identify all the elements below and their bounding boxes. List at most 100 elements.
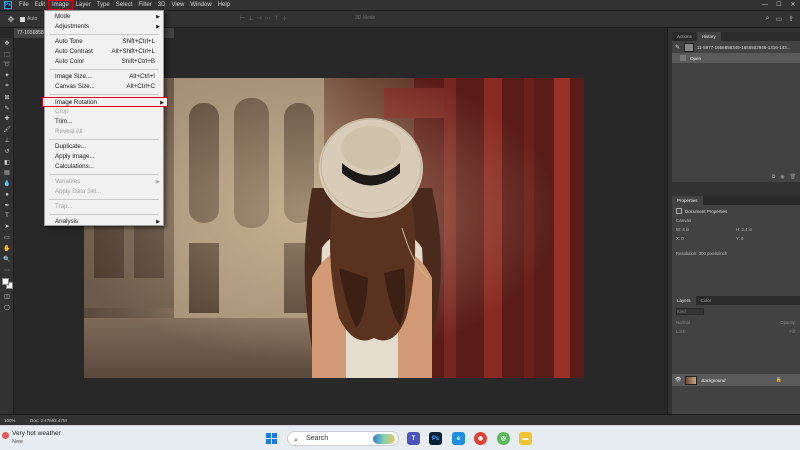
frame-icon[interactable]: ⊠ [0,92,14,103]
stamp-icon[interactable]: ⊥ [0,135,14,146]
blur-icon[interactable]: 💧 [0,178,14,189]
history-brush-source-icon[interactable]: ✎ [675,44,681,51]
blend-mode-select[interactable]: Normal [676,320,690,325]
menu-item-image-size[interactable]: Image Size... Alt+Ctrl+I [45,72,163,82]
dodge-icon[interactable]: ● [0,189,14,200]
eyedropper-icon[interactable]: ✎ [0,103,14,114]
height-field[interactable]: H: 2.4 in [736,225,796,234]
menu-image[interactable]: Image [48,0,73,10]
document-info[interactable]: Doc: 2.47M/2.47M [30,418,67,423]
y-field[interactable]: Y: 0 [736,234,796,243]
history-snapshot[interactable]: ✎ 11-5977-1656858349-1656502946-1316-143… [672,41,800,53]
auto-select-toggle[interactable]: Auto [20,16,37,22]
menu-window[interactable]: Window [187,0,214,10]
layer-name[interactable]: Background [701,378,725,383]
workspace-icon[interactable]: ▭ [776,15,783,23]
menu-filter[interactable]: Filter [135,0,154,10]
menu-item-auto-tone[interactable]: Auto Tone Shift+Ctrl+L [45,37,163,47]
menu-edit[interactable]: Edit [32,0,48,10]
pen-icon[interactable]: ✒ [0,200,14,211]
path-selection-icon[interactable]: ➤ [0,222,14,233]
menu-item-trim[interactable]: Trim... [45,117,163,127]
tab-history[interactable]: History [696,32,721,41]
minimize-icon[interactable]: — [758,0,772,10]
edge-icon[interactable]: e [452,432,465,445]
windows-start-icon[interactable] [266,433,278,445]
hand-icon[interactable]: ✋ [0,243,14,254]
taskbar-search[interactable]: ⌕ Search [287,431,399,446]
menu-3d[interactable]: 3D [155,0,169,10]
menu-item-duplicate[interactable]: Duplicate... [45,142,163,152]
menu-item-calculations[interactable]: Calculations... [45,162,163,172]
photoshop-taskbar-icon[interactable]: Ps [429,432,442,445]
align-top-icon[interactable]: ⊤ [274,15,279,22]
distribute-icon[interactable]: ⋯ [265,15,271,22]
search-icon[interactable]: ⌕ [766,15,770,23]
history-brush-icon[interactable]: ↺ [0,146,14,157]
crop-icon[interactable]: ⌗ [0,81,14,92]
menu-item-analysis[interactable]: Analysis ▶ [45,217,163,227]
align-right-icon[interactable]: ⊣ [256,15,261,22]
tab-layers[interactable]: Layers [672,296,696,305]
app-icon[interactable]: ◎ [497,432,510,445]
eraser-icon[interactable]: ◧ [0,157,14,168]
auto-select-checkbox[interactable] [20,16,25,22]
move-tool-icon[interactable]: ✥ [6,15,16,24]
marquee-icon[interactable]: ⬚ [0,49,14,60]
rectangle-icon[interactable]: ▭ [0,232,14,243]
healing-brush-icon[interactable]: ✚ [0,114,14,125]
menu-help[interactable]: Help [215,0,233,10]
foreground-color-swatch[interactable] [2,277,9,285]
visibility-eye-icon[interactable]: 👁 [675,377,681,383]
color-swatches[interactable] [0,276,14,292]
close-icon[interactable]: ✕ [786,0,800,10]
opacity-label[interactable]: Opacity: [780,320,796,325]
menu-item-auto-color[interactable]: Auto Color Shift+Ctrl+B [45,57,163,67]
teams-icon[interactable]: T [407,432,420,445]
type-icon[interactable]: T [0,211,14,222]
kind-filter-select[interactable]: Kind [676,308,704,315]
menu-item-mode[interactable]: Mode ▶ [45,12,163,22]
menu-item-adjustments[interactable]: Adjustments ▶ [45,22,163,32]
menu-item-image-rotation[interactable]: Image Rotation ▶ [42,97,168,107]
align-middle-icon[interactable]: ⊹ [282,15,287,22]
layer-row-background[interactable]: 👁 Background 🔒 [672,374,800,386]
lock-icon[interactable]: 🔒 [776,377,782,383]
align-left-icon[interactable]: ⊢ [240,15,245,22]
quick-mask-icon[interactable]: ◫ [0,292,14,303]
menu-item-auto-contrast[interactable]: Auto Contrast Alt+Shift+Ctrl+L [45,47,163,57]
menu-type[interactable]: Type [94,0,113,10]
share-icon[interactable]: ⇪ [788,15,794,23]
x-field[interactable]: X: 0 [676,234,736,243]
menu-layer[interactable]: Layer [73,0,94,10]
menu-item-canvas-size[interactable]: Canvas Size... Alt+Ctrl+C [45,82,163,92]
menu-file[interactable]: File [16,0,32,10]
tab-color[interactable]: Color [696,296,717,305]
screen-mode-icon[interactable]: ▢ [0,302,14,313]
menu-item-apply-image[interactable]: Apply Image... [45,152,163,162]
new-document-from-state-icon[interactable]: ⧉ [772,174,776,180]
maximize-icon[interactable]: ☐ [772,0,786,10]
more-tools-icon[interactable]: ⋯ [0,265,14,276]
chrome-icon[interactable]: ◉ [474,432,487,445]
tab-properties[interactable]: Properties [672,196,703,205]
align-center-icon[interactable]: ⊥ [248,15,253,22]
zoom-icon[interactable]: 🔍 [0,254,14,265]
fill-label[interactable]: Fill: [789,329,796,334]
move-icon[interactable]: ✥ [0,38,14,49]
brush-icon[interactable]: 🖌 [0,124,14,135]
tab-actions[interactable]: Actions [672,32,697,41]
history-state-open[interactable]: Open [672,53,800,63]
gradient-icon[interactable]: ▤ [0,168,14,179]
menu-item-label: Auto Contrast [55,48,93,55]
zoom-level[interactable]: 100% [4,418,30,423]
magic-wand-icon[interactable]: ✦ [0,70,14,81]
trash-icon[interactable]: 🗑 [790,174,796,180]
file-explorer-icon[interactable]: ▬ [519,432,532,445]
menu-view[interactable]: View [168,0,187,10]
weather-widget[interactable]: Very hot weather Now [2,430,61,446]
width-field[interactable]: W: 4 in [676,225,736,234]
lasso-icon[interactable]: ➰ [0,60,14,71]
menu-select[interactable]: Select [113,0,136,10]
camera-icon[interactable]: ◉ [780,174,784,180]
